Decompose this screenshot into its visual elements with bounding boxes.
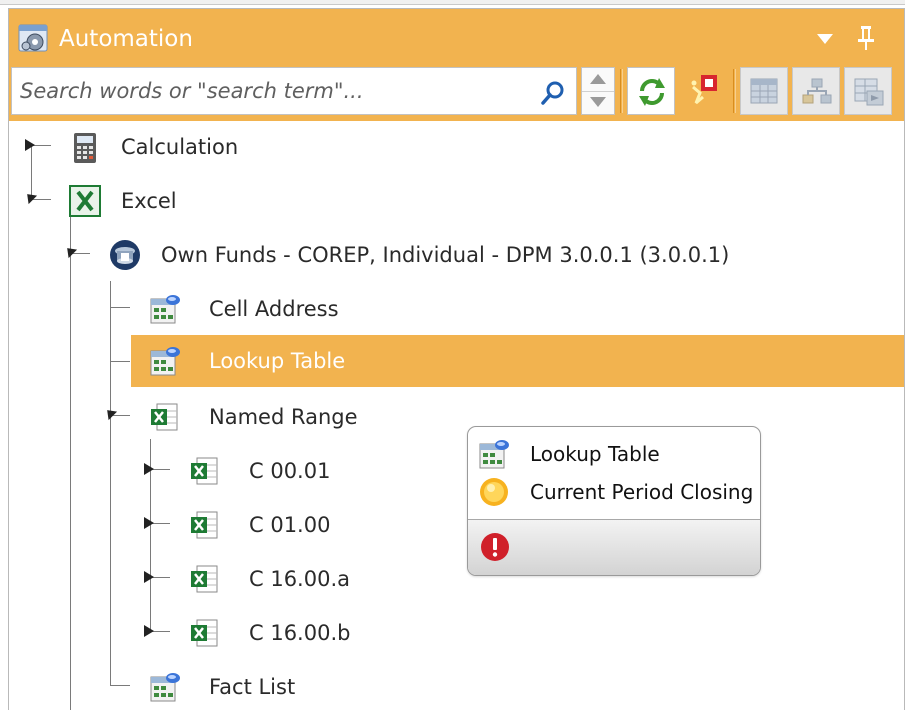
toolbar-separator xyxy=(733,69,736,113)
table-lookup-icon xyxy=(150,347,180,376)
search-box xyxy=(11,67,577,115)
refresh-button[interactable] xyxy=(627,67,675,115)
automation-gear-icon xyxy=(18,24,48,52)
tree-item-label: C 16.00.b xyxy=(249,621,351,645)
expand-arrow-icon[interactable] xyxy=(25,139,35,151)
tree-connector xyxy=(110,281,111,685)
window-top-edge xyxy=(0,0,905,5)
search-input[interactable] xyxy=(20,76,520,106)
calculator-icon xyxy=(74,133,96,163)
expand-arrow-icon[interactable] xyxy=(144,463,154,475)
table-export-icon xyxy=(854,78,884,106)
excel-sheet-icon xyxy=(191,565,218,593)
flowchart-button[interactable] xyxy=(792,67,840,115)
tooltip-label: Lookup Table xyxy=(530,442,660,466)
tree-connector xyxy=(110,361,130,362)
error-icon xyxy=(481,533,509,561)
tree-item-label: Cell Address xyxy=(209,297,339,321)
grid-view-button[interactable] xyxy=(740,67,788,115)
tree-item-label: C 16.00.a xyxy=(249,567,351,591)
table-export-button[interactable] xyxy=(844,67,892,115)
tree-item-named-range[interactable]: Named Range xyxy=(139,391,499,443)
expand-arrow-icon[interactable] xyxy=(144,517,154,529)
table-lookup-icon xyxy=(150,673,180,702)
tree-item-label: Fact List xyxy=(209,675,296,699)
flowchart-icon xyxy=(802,78,832,104)
tree-item-own-funds[interactable]: Own Funds - COREP, Individual - DPM 3.0.… xyxy=(99,229,799,281)
tooltip-row-period: Current Period Closing xyxy=(468,473,760,511)
excel-icon xyxy=(69,185,101,217)
database-globe-icon xyxy=(110,240,140,270)
tooltip-label: Current Period Closing xyxy=(530,480,754,504)
tree-item-c-01-00[interactable]: C 01.00 xyxy=(179,499,439,551)
automation-tree: Calculation Excel Own Funds - COREP, Ind… xyxy=(9,121,904,710)
collapse-arrow-icon[interactable] xyxy=(62,243,78,259)
panel-title: Automation xyxy=(59,26,193,52)
grid-icon xyxy=(750,78,778,104)
tree-item-cell-address[interactable]: Cell Address xyxy=(139,283,499,335)
panel-titlebar: Automation xyxy=(9,9,904,65)
excel-sheet-icon xyxy=(191,619,218,647)
toolbar-separator xyxy=(620,69,623,113)
tree-item-label: Named Range xyxy=(209,405,358,429)
tree-item-label: C 00.01 xyxy=(249,459,331,483)
expand-arrow-icon[interactable] xyxy=(144,625,154,637)
search-navigation-spinner xyxy=(581,67,615,115)
automation-panel: Automation Search words or "search term"… xyxy=(8,8,905,710)
excel-sheet-icon xyxy=(191,457,218,485)
collapse-arrow-icon[interactable] xyxy=(102,405,118,421)
arrow-up-icon[interactable] xyxy=(582,68,614,92)
arrow-down-icon[interactable] xyxy=(582,91,614,114)
tree-item-lookup-table[interactable]: Lookup Table xyxy=(131,335,904,387)
highlight-toggle-button[interactable] xyxy=(679,67,727,115)
tree-item-label: Calculation xyxy=(121,135,239,159)
tree-item-label: C 01.00 xyxy=(249,513,331,537)
panel-toolbar xyxy=(9,65,904,121)
tree-item-fact-list[interactable]: Fact List xyxy=(139,661,499,713)
tree-connector xyxy=(110,307,130,308)
table-lookup-icon xyxy=(479,440,509,469)
tooltip-row-lookup-table: Lookup Table xyxy=(468,435,760,473)
tree-connector xyxy=(31,199,51,200)
search-icon[interactable] xyxy=(540,80,566,106)
excel-sheet-icon xyxy=(191,511,218,539)
table-lookup-icon xyxy=(150,295,180,324)
pin-icon[interactable] xyxy=(854,24,878,52)
highlight-toggle-icon xyxy=(691,75,717,105)
excel-sheet-icon xyxy=(151,403,178,431)
lookup-table-tooltip: Lookup Table Current Period Closing xyxy=(467,426,761,576)
tree-connector xyxy=(70,211,71,710)
tree-item-c-16-00-b[interactable]: C 16.00.b xyxy=(179,607,439,659)
tree-item-label: Excel xyxy=(121,189,177,213)
sun-icon xyxy=(480,478,508,506)
tree-item-excel[interactable]: Excel xyxy=(59,175,419,227)
refresh-icon xyxy=(639,78,665,106)
tree-item-label: Own Funds - COREP, Individual - DPM 3.0.… xyxy=(161,243,730,267)
tree-item-calculation[interactable]: Calculation xyxy=(59,121,419,173)
expand-arrow-icon[interactable] xyxy=(144,571,154,583)
tree-item-c-16-00-a[interactable]: C 16.00.a xyxy=(179,553,439,605)
tree-item-c-00-01[interactable]: C 00.01 xyxy=(179,445,439,497)
tree-connector xyxy=(110,685,130,686)
tree-item-label: Lookup Table xyxy=(209,349,346,373)
tooltip-footer xyxy=(468,519,760,575)
dropdown-triangle-icon[interactable] xyxy=(813,29,837,49)
collapse-arrow-icon[interactable] xyxy=(22,189,38,205)
